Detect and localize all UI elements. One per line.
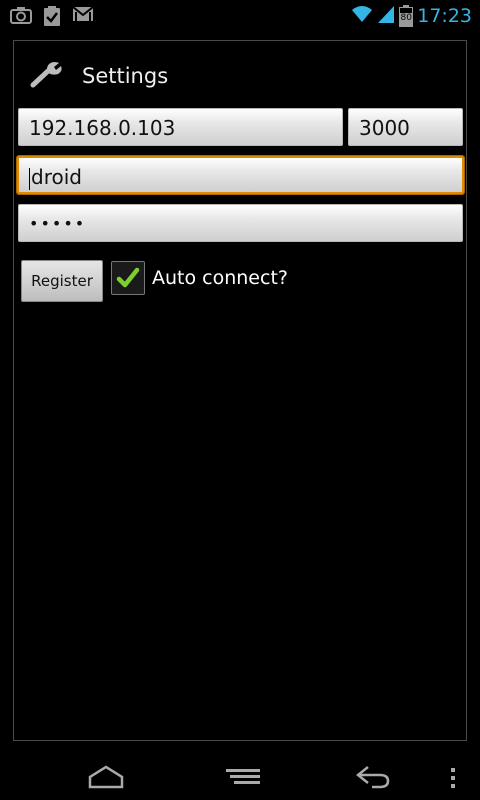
status-time: 17:23 — [417, 5, 472, 27]
port-field[interactable]: 3000 — [348, 108, 463, 146]
password-field[interactable]: ••••• — [18, 204, 463, 242]
password-value: ••••• — [29, 214, 87, 233]
dialog-title: Settings — [82, 64, 169, 88]
settings-dialog: Settings 192.168.0.103 3000 droid ••••• … — [13, 40, 467, 741]
nav-bar — [0, 755, 480, 800]
text-cursor — [29, 167, 30, 190]
register-button-label: Register — [31, 272, 93, 290]
wifi-icon — [351, 4, 373, 28]
battery-level-text: 80 — [400, 13, 412, 23]
dialog-title-row: Settings — [30, 59, 168, 93]
back-icon[interactable] — [355, 763, 390, 795]
auto-connect-checkbox[interactable] — [111, 261, 145, 295]
home-icon[interactable] — [88, 763, 124, 795]
gmail-icon — [72, 5, 94, 31]
recent-apps-icon[interactable] — [226, 767, 260, 791]
signal-icon — [377, 4, 395, 28]
auto-connect-label[interactable]: Auto connect? — [152, 267, 288, 289]
port-value: 3000 — [359, 116, 410, 140]
register-button[interactable]: Register — [21, 260, 103, 302]
username-field[interactable]: droid — [17, 156, 464, 194]
host-field[interactable]: 192.168.0.103 — [18, 108, 343, 146]
username-value: droid — [31, 165, 82, 189]
overflow-menu-icon[interactable] — [450, 767, 456, 793]
battery-icon: 80 — [399, 5, 414, 27]
status-bar: 80 17:23 — [0, 0, 480, 33]
camera-icon — [10, 5, 32, 31]
host-value: 192.168.0.103 — [29, 116, 176, 140]
wrench-icon — [30, 59, 64, 93]
clipboard-check-icon — [42, 5, 62, 31]
